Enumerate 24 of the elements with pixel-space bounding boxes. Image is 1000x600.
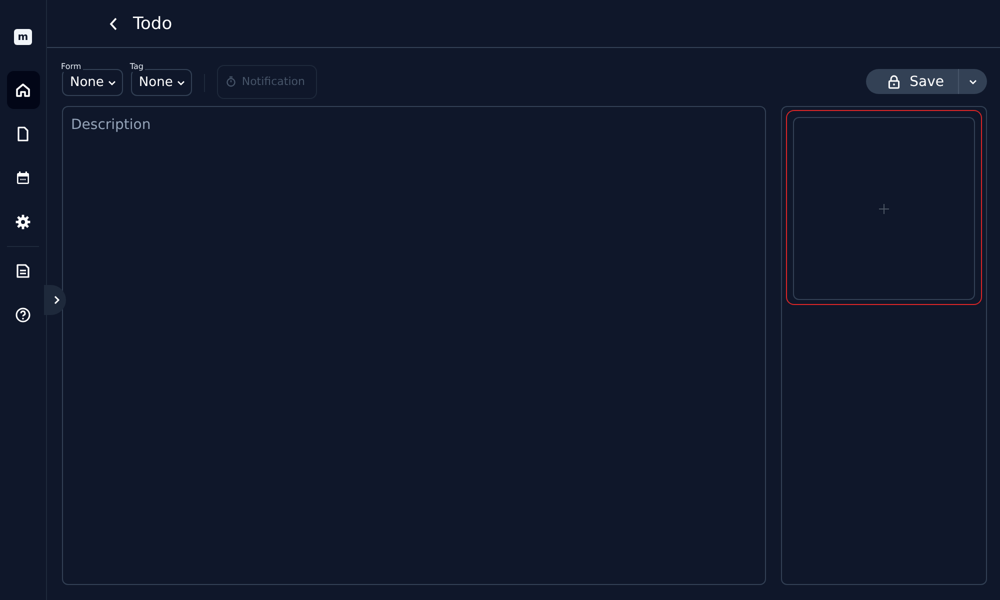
plus-icon <box>879 204 889 214</box>
home-icon <box>15 82 31 98</box>
page-title: Todo <box>133 14 172 34</box>
logo: m <box>14 29 32 45</box>
chevron-down-icon <box>969 78 977 84</box>
settings-icon <box>15 214 31 230</box>
field-label: Tag <box>130 62 146 72</box>
back-button[interactable] <box>109 16 119 30</box>
description-field[interactable]: Description <box>62 106 766 585</box>
calendar-icon <box>15 170 31 186</box>
select-field[interactable]: None <box>62 69 123 96</box>
field-label: Form <box>61 62 84 72</box>
help-icon <box>15 307 31 323</box>
nav-item[interactable] <box>6 71 40 109</box>
chevron-right-icon <box>52 295 62 305</box>
file-icon <box>15 126 31 142</box>
select-value: None <box>138 75 173 90</box>
chevron-left-icon <box>109 16 119 30</box>
expand-sidebar-button[interactable] <box>44 285 66 315</box>
chevron-down-icon <box>108 80 116 86</box>
timer-icon <box>226 76 236 87</box>
select-value: None <box>70 75 104 90</box>
chevron-down-icon <box>176 80 185 86</box>
document-icon <box>15 263 31 279</box>
